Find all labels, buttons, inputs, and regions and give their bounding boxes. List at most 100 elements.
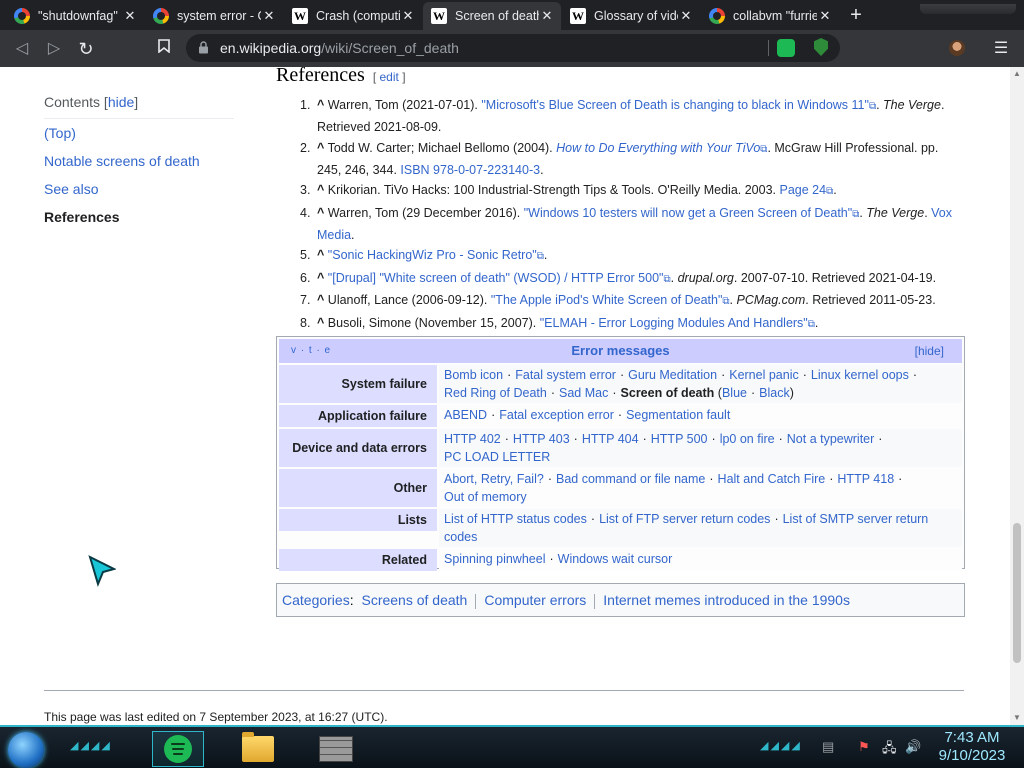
network-icon[interactable]: 🖧	[882, 739, 897, 761]
scrollbar-thumb[interactable]	[1013, 523, 1021, 663]
extension-icon[interactable]	[777, 39, 795, 57]
window-controls[interactable]	[920, 4, 1016, 14]
category-link[interactable]: Internet memes introduced in the 1990s	[603, 592, 850, 608]
navbox-hide-link[interactable]: [hide]	[915, 339, 944, 363]
nav-link[interactable]: Not a typewriter	[787, 432, 875, 446]
taskbar-app-spotify[interactable]	[152, 731, 204, 767]
ref-link[interactable]: "ELMAH - Error Logging Modules And Handl…	[540, 316, 808, 330]
nav-link[interactable]: Bad command or file name	[556, 472, 705, 486]
toc-item-see-also[interactable]: See also	[44, 181, 234, 197]
ref-link[interactable]: Page 24	[779, 183, 826, 197]
volume-icon[interactable]: 🔊	[905, 739, 921, 755]
nav-link[interactable]: HTTP 404	[582, 432, 639, 446]
nav-link[interactable]: Fatal exception error	[499, 408, 614, 422]
nav-link[interactable]: Blue	[722, 386, 747, 400]
nav-link[interactable]: Segmentation fault	[626, 408, 730, 422]
start-button[interactable]	[8, 732, 44, 768]
nav-link[interactable]: HTTP 500	[651, 432, 708, 446]
lock-icon[interactable]	[198, 41, 209, 54]
nav-link[interactable]: Guru Meditation	[628, 368, 717, 382]
close-icon[interactable]: ✕	[261, 8, 277, 24]
tray-overflow-icon[interactable]: ▤	[822, 739, 834, 755]
scroll-down-icon[interactable]: ▼	[1012, 713, 1022, 722]
tab-collabvm[interactable]: collabvm "furrie ✕	[701, 2, 839, 30]
tab-screen-of-death[interactable]: W Screen of death ✕	[423, 2, 561, 30]
toc-item-references[interactable]: References	[44, 209, 234, 225]
taskbar-app-explorer[interactable]	[232, 731, 284, 767]
tab-glossary[interactable]: W Glossary of vide ✕	[562, 2, 700, 30]
isbn-link[interactable]: ISBN 978-0-07-223140-3	[400, 163, 540, 177]
tab-system-error[interactable]: system error - G ✕	[145, 2, 283, 30]
nav-link[interactable]: Black	[759, 386, 790, 400]
close-icon[interactable]: ✕	[817, 8, 833, 24]
navbox-title[interactable]: Error messages	[571, 343, 669, 358]
caret-link[interactable]: ^	[317, 248, 324, 262]
nav-link[interactable]: Halt and Catch Fire	[718, 472, 826, 486]
nav-link[interactable]: Red Ring of Death	[444, 386, 547, 400]
edit-link[interactable]: edit	[380, 70, 399, 84]
caret-link[interactable]: ^	[317, 98, 324, 112]
categories-label[interactable]: Categories	[282, 592, 350, 608]
caret-link[interactable]: ^	[317, 316, 324, 330]
toc-title: Contents	[44, 94, 101, 110]
nav-link[interactable]: List of FTP server return codes	[599, 512, 770, 526]
toc-item-top[interactable]: (Top)	[44, 125, 234, 141]
tab-shutdownfag[interactable]: "shutdownfag" ✕	[6, 2, 144, 30]
references-heading: References [ edit ]	[276, 67, 406, 87]
close-icon[interactable]: ✕	[122, 8, 138, 24]
caret-link[interactable]: ^	[317, 206, 324, 220]
caret-link[interactable]: ^	[317, 183, 324, 197]
close-icon[interactable]: ✕	[400, 8, 416, 24]
nav-link[interactable]: Kernel panic	[729, 368, 799, 382]
nav-link[interactable]: Out of memory	[444, 490, 527, 504]
close-icon[interactable]: ✕	[539, 8, 555, 24]
tray-flag-icon[interactable]: ⚑	[858, 739, 870, 755]
close-icon[interactable]: ✕	[678, 8, 694, 24]
category-link[interactable]: Screens of death	[361, 592, 467, 608]
nav-link[interactable]: ABEND	[444, 408, 487, 422]
nav-link[interactable]: Linux kernel oops	[811, 368, 909, 382]
ref-link[interactable]: "The Apple iPod's White Screen of Death"	[491, 293, 723, 307]
nav-link[interactable]: lp0 on fire	[720, 432, 775, 446]
caret-link[interactable]: ^	[317, 293, 324, 307]
caret-link[interactable]: ^	[317, 271, 324, 285]
toc-item-notable[interactable]: Notable screens of death	[44, 153, 234, 169]
back-icon[interactable]: ◁	[10, 37, 34, 61]
ref-link[interactable]: "Windows 10 testers will now get a Green…	[524, 206, 852, 220]
nav-link[interactable]: Bomb icon	[444, 368, 503, 382]
reference-item: 1. ^ Warren, Tom (2021-07-01). "Microsof…	[300, 95, 965, 137]
url-text[interactable]: en.wikipedia.org/wiki/Screen_of_death	[220, 40, 459, 56]
category-link[interactable]: Computer errors	[484, 592, 586, 608]
nav-link[interactable]: List of HTTP status codes	[444, 512, 587, 526]
menu-icon[interactable]: ☰	[992, 38, 1010, 58]
ref-link[interactable]: How to Do Everything with Your TiVo	[556, 141, 760, 155]
ref-link[interactable]: "Sonic HackingWiz Pro - Sonic Retro"	[328, 248, 537, 262]
tab-crash[interactable]: W Crash (computi ✕	[284, 2, 422, 30]
nav-link[interactable]: Sad Mac	[559, 386, 608, 400]
ref-sep: .	[729, 293, 737, 307]
nav-link[interactable]: Fatal system error	[515, 368, 616, 382]
profile-avatar[interactable]	[949, 40, 965, 56]
nav-link[interactable]: Spinning pinwheel	[444, 552, 545, 566]
nav-link[interactable]: HTTP 418	[837, 472, 894, 486]
nav-link[interactable]: HTTP 402	[444, 432, 501, 446]
page-scrollbar[interactable]: ▲ ▼	[1010, 67, 1024, 725]
ref-link[interactable]: "[Drupal] "White screen of death" (WSOD)…	[328, 271, 664, 285]
nav-link[interactable]: PC LOAD LETTER	[444, 450, 550, 464]
toc-hide-link[interactable]: hide	[108, 94, 134, 110]
ref-link[interactable]: "Microsoft's Blue Screen of Death is cha…	[481, 98, 869, 112]
navbox-group: Related	[279, 549, 437, 571]
nav-link[interactable]: HTTP 403	[513, 432, 570, 446]
reload-icon[interactable]: ↻	[74, 37, 98, 61]
scroll-up-icon[interactable]: ▲	[1012, 69, 1022, 78]
system-clock[interactable]: 7:43 AM 9/10/2023	[932, 729, 1012, 765]
bookmark-icon[interactable]	[152, 37, 176, 61]
forward-icon[interactable]: ▷	[42, 37, 66, 61]
tab-title: system error - G	[177, 9, 261, 23]
taskbar-app-wall[interactable]	[310, 731, 362, 767]
nav-link[interactable]: Abort, Retry, Fail?	[444, 472, 544, 486]
vte-links[interactable]: v · t · e	[291, 339, 331, 363]
nav-link[interactable]: Windows wait cursor	[558, 552, 673, 566]
new-tab-button[interactable]: +	[845, 4, 867, 26]
caret-link[interactable]: ^	[317, 141, 324, 155]
